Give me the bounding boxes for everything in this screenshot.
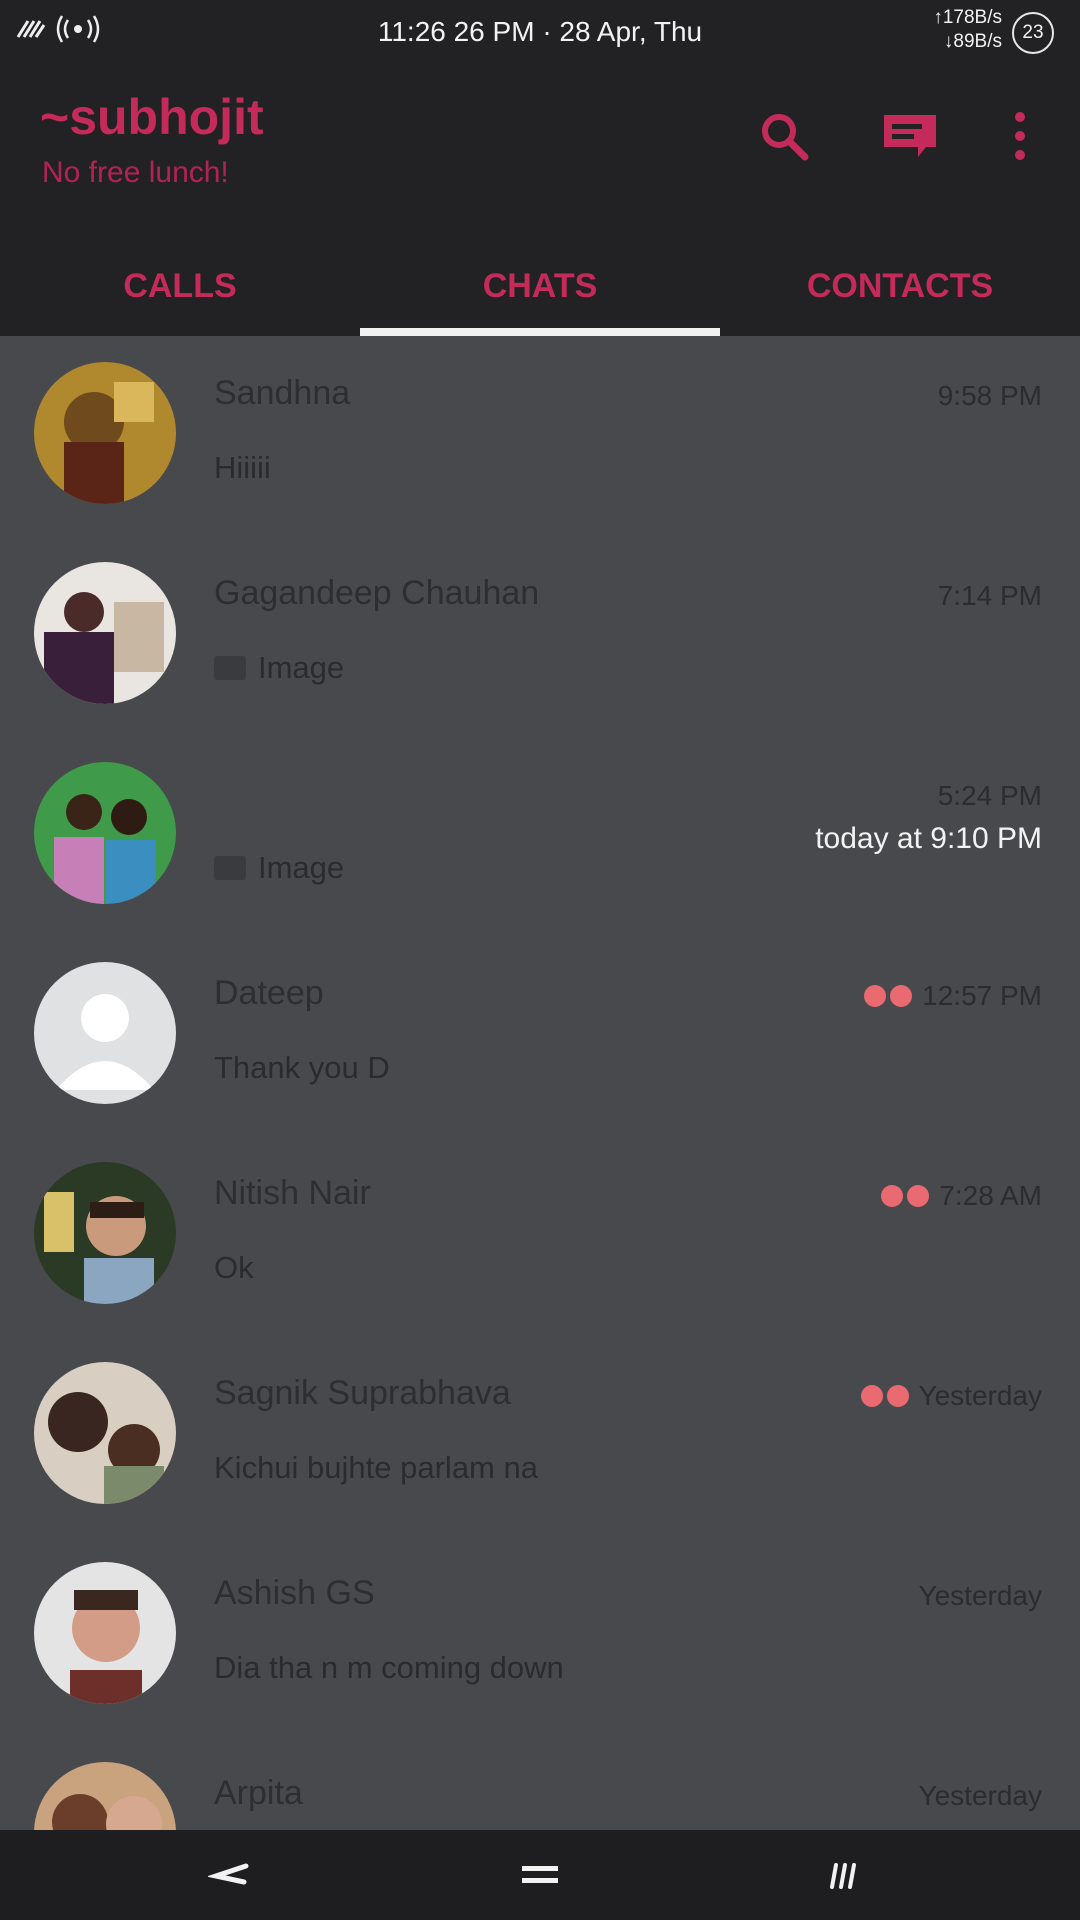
back-icon — [208, 1863, 249, 1885]
chat-row[interactable]: 5:24 PM today at 9:10 PM Image — [0, 736, 1080, 936]
upload-speed: ↑178B/s — [933, 7, 1002, 28]
app-header: ~subhojit No free lunch! CALLS CHATS CON… — [0, 66, 1080, 336]
chat-name: Gagandeep Chauhan — [214, 574, 540, 612]
system-nav-bar — [0, 1830, 1080, 1920]
chat-name: Sagnik Suprabhava — [214, 1374, 511, 1412]
chat-row[interactable]: Arpita Yesterday — [0, 1736, 1080, 1830]
avatar[interactable] — [34, 762, 176, 904]
read-receipt-icon — [860, 1385, 909, 1407]
profile-title[interactable]: ~subhojit — [40, 88, 264, 146]
search-icon — [762, 114, 809, 161]
read-receipt-icon — [864, 985, 913, 1007]
chat-time: Yesterday — [918, 1780, 1043, 1811]
chat-name: Dateep — [214, 974, 324, 1012]
chat-list[interactable]: Sandhna 9:58 PM Hiiiii Gagandeep Chauhan… — [0, 336, 1080, 1830]
chat-time: Yesterday — [860, 1380, 1042, 1412]
pinned-reminder: today at 9:10 PM — [815, 822, 1042, 855]
tab-chats[interactable]: CHATS — [360, 236, 720, 336]
chat-row[interactable]: Dateep 12:57 PM Thank you D — [0, 936, 1080, 1136]
image-icon — [214, 656, 246, 680]
chat-row[interactable]: Ashish GS Yesterday Dia tha n m coming d… — [0, 1536, 1080, 1736]
chat-preview: Thank you D — [214, 1050, 390, 1085]
read-receipt-icon — [881, 1185, 930, 1207]
chat-time: Yesterday — [918, 1580, 1043, 1611]
download-speed: ↓89B/s — [943, 31, 1002, 52]
chat-preview: Image — [214, 850, 344, 886]
new-chat-icon — [884, 115, 936, 157]
chat-time: 7:14 PM — [937, 580, 1042, 611]
tab-calls[interactable]: CALLS — [0, 236, 360, 336]
home-icon — [522, 1866, 558, 1883]
avatar[interactable] — [34, 962, 176, 1104]
chat-time: 12:57 PM — [864, 980, 1042, 1012]
avatar[interactable] — [34, 1762, 176, 1830]
chat-row[interactable]: Sandhna 9:58 PM Hiiiii — [0, 336, 1080, 536]
chat-preview: Kichui bujhte parlam na — [214, 1450, 538, 1485]
recents-icon — [830, 1863, 856, 1889]
chat-name: Ashish GS — [214, 1574, 375, 1612]
image-icon — [214, 856, 246, 880]
avatar[interactable] — [34, 1162, 176, 1304]
profile-status[interactable]: No free lunch! — [42, 156, 229, 190]
tab-contacts[interactable]: CONTACTS — [720, 236, 1080, 336]
chat-preview: Dia tha n m coming down — [214, 1650, 564, 1685]
avatar[interactable] — [34, 1562, 176, 1704]
chat-row[interactable]: Nitish Nair 7:28 AM Ok — [0, 1136, 1080, 1336]
new-chat-button[interactable] — [874, 100, 946, 172]
chat-row[interactable]: Sagnik Suprabhava Yesterday Kichui bujht… — [0, 1336, 1080, 1536]
home-button[interactable] — [490, 1840, 590, 1910]
overflow-menu-button[interactable] — [984, 100, 1056, 172]
chat-time: 7:28 AM — [881, 1180, 1042, 1212]
chat-preview: Ok — [214, 1250, 254, 1285]
status-bar: 11:26 26 PM · 28 Apr, Thu ↑178B/s ↓89B/s… — [0, 0, 1080, 66]
chat-name: Arpita — [214, 1774, 303, 1812]
chat-time: 5:24 PM — [937, 780, 1042, 811]
tab-bar: CALLS CHATS CONTACTS — [0, 236, 1080, 336]
network-speed: ↑178B/s ↓89B/s — [933, 6, 1002, 54]
chat-preview: Hiiiii — [214, 450, 271, 485]
search-button[interactable] — [748, 100, 820, 172]
battery-indicator: 23 — [1012, 12, 1054, 54]
chat-preview: Image — [214, 650, 344, 686]
overflow-menu-icon — [1015, 112, 1025, 160]
status-clock: 11:26 26 PM · 28 Apr, Thu — [377, 16, 703, 47]
chat-time: 9:58 PM — [937, 380, 1042, 411]
avatar[interactable] — [34, 362, 176, 504]
back-button[interactable] — [180, 1840, 280, 1910]
avatar[interactable] — [34, 562, 176, 704]
chat-row[interactable]: Gagandeep Chauhan 7:14 PM Image — [0, 536, 1080, 736]
recents-button[interactable] — [792, 1840, 892, 1910]
avatar[interactable] — [34, 1362, 176, 1504]
chat-name: Sandhna — [214, 374, 351, 412]
chat-name: Nitish Nair — [214, 1174, 371, 1212]
